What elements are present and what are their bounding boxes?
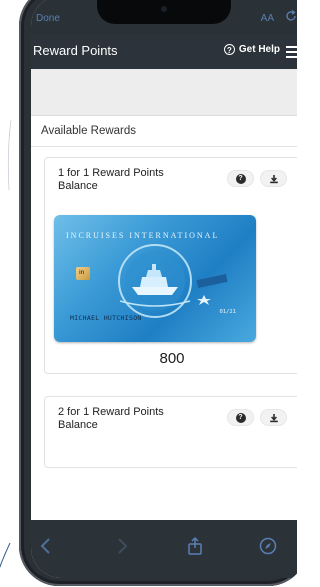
top-navbar: Reward Points ? Get Help xyxy=(31,34,297,69)
chevron-right-icon[interactable] xyxy=(113,537,131,555)
help-circle-icon: ? xyxy=(223,44,235,55)
get-help-button[interactable]: ? Get Help xyxy=(223,44,280,55)
panel-title: Available Rewards xyxy=(31,116,297,147)
question-circle-icon: ? xyxy=(235,412,246,423)
available-rewards-panel: Available Rewards 1 for 1 Reward Points … xyxy=(31,115,297,520)
reward-title: 1 for 1 Reward Points Balance xyxy=(58,167,164,192)
reward-points-value: 800 xyxy=(159,350,185,367)
info-button[interactable]: ? xyxy=(227,409,254,426)
reload-icon[interactable] xyxy=(284,9,297,23)
reward-card-item: 1 for 1 Reward Points Balance ? INCRUISE… xyxy=(44,157,297,374)
phone-screen: Done AA Reward Points ? Get Help Availab… xyxy=(31,0,297,578)
done-button[interactable]: Done xyxy=(36,13,60,24)
card-holder-name: MICHAEL HUTCHISON xyxy=(70,314,142,322)
info-button[interactable]: ? xyxy=(227,170,254,187)
menu-bar-line xyxy=(286,46,297,48)
compass-icon[interactable] xyxy=(259,537,277,555)
download-icon xyxy=(269,413,278,422)
notch xyxy=(97,0,231,24)
camera-dot xyxy=(161,6,167,12)
reward-actions: ? xyxy=(227,409,287,426)
text-size-button[interactable]: AA xyxy=(261,13,274,24)
reward-actions: ? xyxy=(227,170,287,187)
download-button[interactable] xyxy=(260,170,287,187)
screenshot-stage: Done AA Reward Points ? Get Help Availab… xyxy=(0,0,297,587)
browser-toolbar xyxy=(31,520,297,578)
hamburger-menu-icon[interactable] xyxy=(286,46,297,58)
card-chip: in xyxy=(76,267,90,280)
menu-bar-line xyxy=(286,56,297,58)
page-title: Reward Points xyxy=(33,43,118,58)
share-icon[interactable] xyxy=(186,537,204,555)
card-expiry: 01/21 xyxy=(219,309,236,315)
question-circle-icon: ? xyxy=(235,173,246,184)
main-content: Available Rewards 1 for 1 Reward Points … xyxy=(31,69,297,520)
reward-title: 2 for 1 Reward Points Balance xyxy=(58,406,164,431)
membership-card-image: INCRUISES INTERNATIONAL in MICHAEL HUTCH… xyxy=(54,215,256,342)
reward-card-item: 2 for 1 Reward Points Balance ? xyxy=(44,396,297,468)
card-brand: INCRUISES INTERNATIONAL xyxy=(66,231,220,240)
get-help-label: Get Help xyxy=(238,44,280,55)
download-icon xyxy=(269,174,278,183)
phone-frame: Done AA Reward Points ? Get Help Availab… xyxy=(19,0,297,586)
menu-bar-line xyxy=(286,51,297,53)
card-chip-letter: in xyxy=(79,270,85,276)
download-button[interactable] xyxy=(260,409,287,426)
chevron-left-icon[interactable] xyxy=(37,537,55,555)
status-bar: Done AA xyxy=(31,0,297,34)
